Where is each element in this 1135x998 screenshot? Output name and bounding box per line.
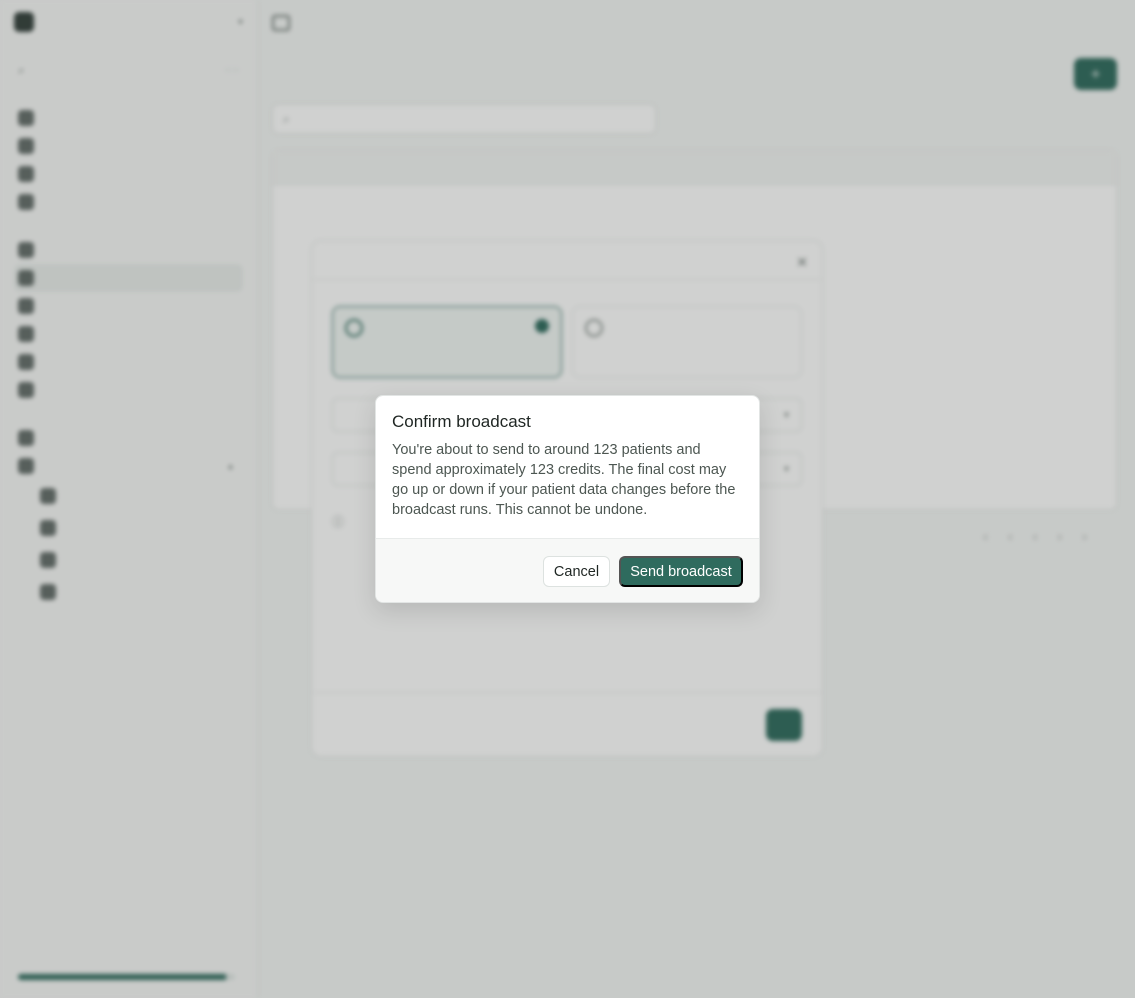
cancel-button[interactable]: Cancel: [543, 556, 610, 587]
dialog-title: Confirm broadcast: [392, 412, 531, 431]
send-broadcast-button[interactable]: Send broadcast: [619, 556, 743, 587]
dialog-message: You're about to send to around 123 patie…: [392, 442, 736, 518]
confirm-broadcast-dialog: Confirm broadcast You're about to send t…: [375, 395, 760, 603]
dialog-footer: Cancel Send broadcast: [376, 538, 759, 602]
